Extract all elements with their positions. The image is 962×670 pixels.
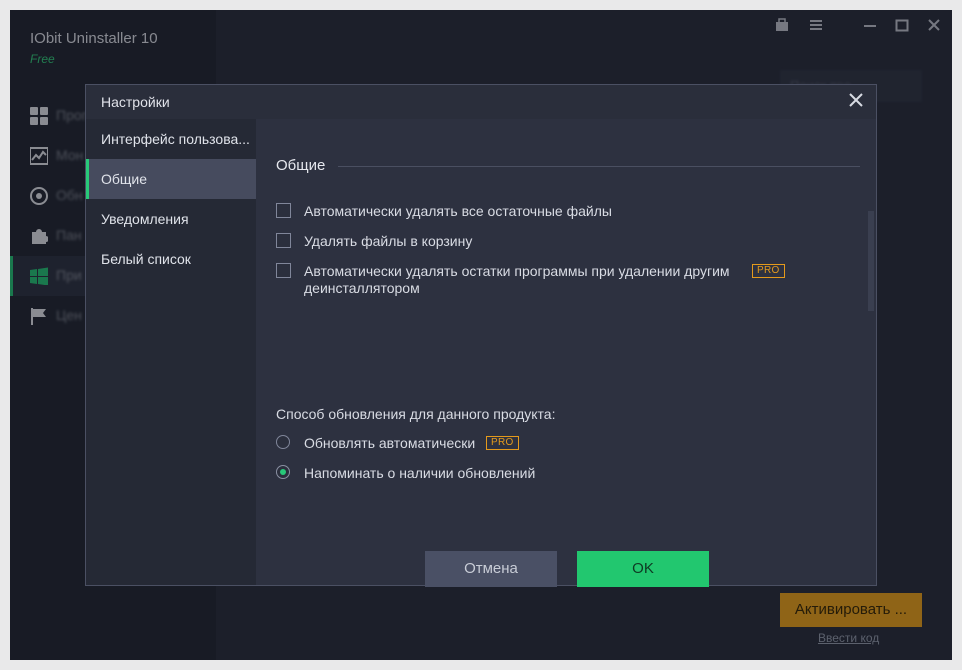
section-divider (338, 166, 860, 167)
cancel-button[interactable]: Отмена (425, 551, 557, 587)
update-method-label: Способ обновления для данного продукта: (276, 406, 556, 422)
ok-button[interactable]: OK (577, 551, 709, 587)
settings-dialog: Настройки Интерфейс пользова... Общие Ув… (85, 84, 877, 587)
settings-nav-whitelist[interactable]: Белый список (86, 239, 256, 279)
settings-sidebar: Интерфейс пользова... Общие Уведомления … (86, 119, 256, 585)
pro-badge: PRO (752, 264, 785, 278)
option-label-line1: Автоматически удалять остатки программы … (304, 263, 730, 279)
dialog-header: Настройки (86, 85, 876, 119)
section-title: Общие (276, 157, 326, 174)
option-label: Удалять файлы в корзину (304, 233, 473, 249)
settings-nav-interface[interactable]: Интерфейс пользова... (86, 119, 256, 159)
radio-button[interactable] (276, 435, 290, 449)
option-auto-delete-other-uninstaller[interactable]: Автоматически удалять остатки программы … (276, 263, 816, 299)
checkbox[interactable] (276, 263, 291, 278)
pro-badge: PRO (486, 436, 519, 450)
option-label-line2: деинсталлятором (304, 280, 420, 296)
option-label: Напоминать о наличии обновлений (304, 465, 536, 481)
radio-button-selected[interactable] (276, 465, 290, 479)
close-icon[interactable] (846, 91, 866, 111)
scrollbar[interactable] (868, 211, 874, 311)
checkbox[interactable] (276, 203, 291, 218)
dialog-title: Настройки (101, 94, 170, 110)
settings-content: Общие Автоматически удалять все остаточн… (256, 119, 876, 587)
settings-nav-general[interactable]: Общие (86, 159, 256, 199)
option-label: Обновлять автоматически (304, 435, 476, 451)
settings-nav-notifications[interactable]: Уведомления (86, 199, 256, 239)
checkbox[interactable] (276, 233, 291, 248)
option-label: Автоматически удалять все остаточные фай… (304, 203, 612, 219)
